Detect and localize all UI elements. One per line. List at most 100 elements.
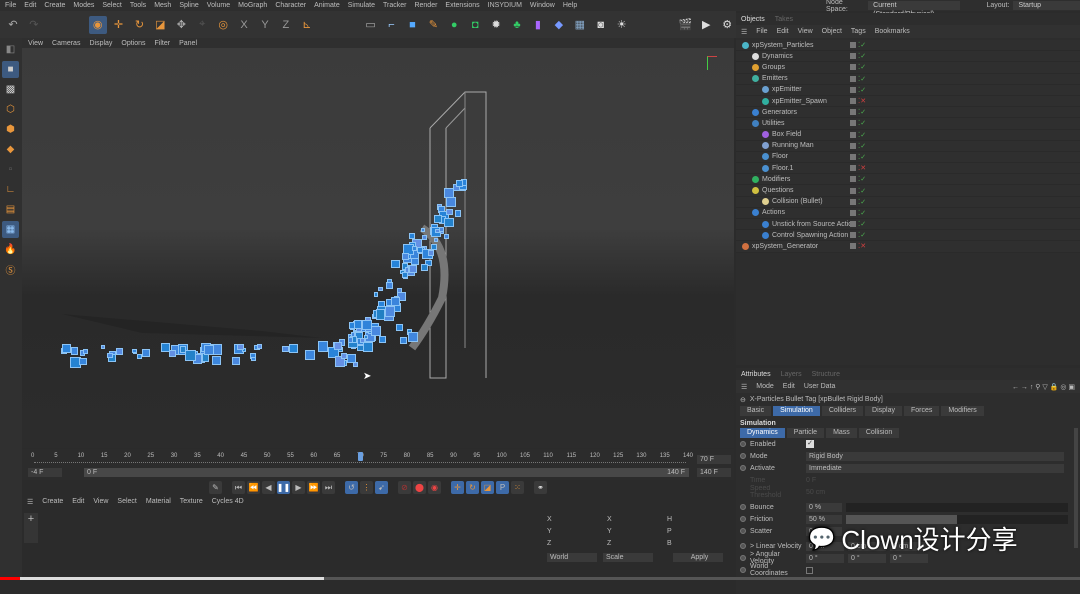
cube-icon[interactable]: ■ [403, 16, 421, 34]
object-row[interactable]: Questions ⁚✓ [736, 185, 1080, 197]
rotate-tool-icon[interactable]: ↻ [131, 16, 149, 34]
key-scale-icon[interactable]: ◪ [481, 481, 494, 494]
enabled-check-icon[interactable]: ⁚✓ [858, 86, 866, 94]
3d-viewport[interactable]: ➤ [22, 48, 734, 448]
layout-dropdown[interactable]: Startup [1013, 1, 1080, 10]
menu-mesh[interactable]: Mesh [154, 2, 171, 9]
range-slider[interactable]: 0 F 140 F [84, 468, 689, 477]
material-menu-edit[interactable]: Edit [72, 498, 84, 505]
hamburger-icon[interactable]: ☰ [741, 28, 747, 36]
material-menu-view[interactable]: View [93, 498, 108, 505]
z-axis-icon[interactable]: Z [277, 16, 295, 34]
bounce-slider[interactable] [846, 502, 1068, 512]
tab-modifiers[interactable]: Modifiers [941, 406, 984, 416]
animate-dot[interactable] [740, 567, 746, 573]
layer-checkbox[interactable] [850, 86, 856, 93]
layer-checkbox[interactable] [850, 232, 856, 239]
attribute-scrollbar[interactable] [1074, 428, 1078, 548]
polygons-mode-icon[interactable]: ◆ [2, 141, 19, 158]
world-coordinates-checkbox[interactable] [806, 566, 813, 574]
object-row[interactable]: Actions ⁚✓ [736, 207, 1080, 219]
menu-window[interactable]: Window [530, 2, 555, 9]
key-rotation-icon[interactable]: ↻ [466, 481, 479, 494]
render-region-icon[interactable]: 🎬 [676, 16, 694, 34]
menu-select[interactable]: Select [102, 2, 121, 9]
mograph-icon[interactable]: ♣ [508, 16, 526, 34]
material-menu-texture[interactable]: Texture [180, 498, 203, 505]
object-menu-edit[interactable]: Edit [777, 28, 789, 35]
video-progress-bar[interactable] [0, 577, 1080, 580]
object-row[interactable]: Running Man ⁚✓ [736, 140, 1080, 152]
uv-mode-icon[interactable]: ▫ [2, 161, 19, 178]
hamburger-icon[interactable]: ☰ [741, 383, 747, 391]
playhead[interactable] [358, 452, 363, 461]
layer-checkbox[interactable] [850, 165, 856, 172]
scale-tool-icon[interactable]: ◪ [151, 16, 169, 34]
tab-objects[interactable]: Objects [741, 16, 765, 23]
layer-checkbox[interactable] [850, 109, 856, 116]
menu-user-data[interactable]: User Data [804, 383, 836, 390]
model-mode-icon[interactable]: ■ [2, 61, 19, 78]
object-row[interactable]: Box Field ⁚✓ [736, 129, 1080, 141]
motion-record-icon[interactable]: ⊘ [398, 481, 411, 494]
enabled-check-icon[interactable]: ⁚✓ [858, 187, 866, 195]
enabled-check-icon[interactable]: ⁚✓ [858, 220, 866, 228]
layer-checkbox[interactable] [850, 153, 856, 160]
object-row[interactable]: Generators ⁚✓ [736, 107, 1080, 119]
tab-basic[interactable]: Basic [740, 406, 772, 416]
object-row[interactable]: Dynamics ⁚✓ [736, 51, 1080, 63]
bounce-field[interactable]: 0 % [806, 502, 842, 512]
disabled-x-icon[interactable]: ⁚✕ [858, 242, 866, 250]
animate-dot[interactable] [740, 441, 746, 447]
render-view-icon[interactable]: ▭ [362, 16, 380, 34]
viewport-menu-options[interactable]: Options [121, 40, 145, 47]
autokeying-icon[interactable]: ◉ [428, 481, 441, 494]
enabled-check-icon[interactable]: ⁚✓ [858, 153, 866, 161]
menu-tools[interactable]: Tools [130, 2, 146, 9]
menu-edit[interactable]: Edit [783, 383, 795, 390]
keyframe-icon[interactable]: ✎ [209, 481, 222, 494]
object-menu-view[interactable]: View [798, 28, 813, 35]
coord-mode-dropdown[interactable]: World [547, 553, 597, 562]
back-arrow-icon[interactable]: ← → ↑ ⚲ ▽ 🔒 ◎ ▣ [1012, 383, 1075, 391]
menu-modes[interactable]: Modes [73, 2, 94, 9]
sculpt-icon[interactable]: Ⓢ [2, 261, 19, 278]
animate-dot[interactable] [740, 555, 746, 561]
record-key-icon[interactable]: ⬤ [413, 481, 426, 494]
object-row[interactable]: xpSystem_Generator ⁚✕ [736, 241, 1080, 253]
enabled-check-icon[interactable]: ⁚✓ [858, 75, 866, 83]
object-row[interactable]: Emitters ⁚✓ [736, 73, 1080, 85]
layer-checkbox[interactable] [850, 75, 856, 82]
object-menu-bookmarks[interactable]: Bookmarks [875, 28, 910, 35]
extrude-icon[interactable]: ◘ [466, 16, 484, 34]
menu-mode[interactable]: Mode [756, 383, 774, 390]
coord-scale-dropdown[interactable]: Scale [603, 553, 653, 562]
object-row[interactable]: Modifiers ⁚✓ [736, 174, 1080, 186]
render-settings-icon[interactable]: ⚙ [718, 16, 736, 34]
disabled-x-icon[interactable]: ⁚✕ [858, 164, 866, 172]
next-key-icon[interactable]: ⏩ [307, 481, 320, 494]
live-select-icon[interactable]: ◎ [214, 16, 232, 34]
y-axis-icon[interactable]: Y [256, 16, 274, 34]
deformer-icon[interactable]: ▮ [529, 16, 547, 34]
timeline[interactable]: 0510152025303540455055606570758085909510… [22, 449, 734, 480]
animate-dot[interactable] [740, 453, 746, 459]
x-axis-icon[interactable]: X [235, 16, 253, 34]
spline-icon[interactable]: ⌐ [383, 16, 401, 34]
layer-checkbox[interactable] [850, 243, 856, 250]
viewport-menu-view[interactable]: View [28, 40, 43, 47]
move-tool-icon[interactable]: ✛ [110, 16, 128, 34]
previous-frame-icon[interactable]: ◀ [262, 481, 275, 494]
layer-checkbox[interactable] [850, 221, 856, 228]
layer-checkbox[interactable] [850, 209, 856, 216]
enabled-check-icon[interactable]: ⁚✓ [858, 119, 866, 127]
make-editable-icon[interactable]: ◧ [2, 41, 19, 58]
enabled-check-icon[interactable]: ⁚✓ [858, 52, 866, 60]
light-icon[interactable]: ☀ [613, 16, 631, 34]
menu-help[interactable]: Help [563, 2, 577, 9]
animate-dot[interactable] [740, 528, 746, 534]
object-menu-file[interactable]: File [756, 28, 767, 35]
coordinate-system-icon[interactable]: ⊾ [298, 16, 316, 34]
viewport-menu-panel[interactable]: Panel [179, 40, 197, 47]
menu-render[interactable]: Render [414, 2, 437, 9]
